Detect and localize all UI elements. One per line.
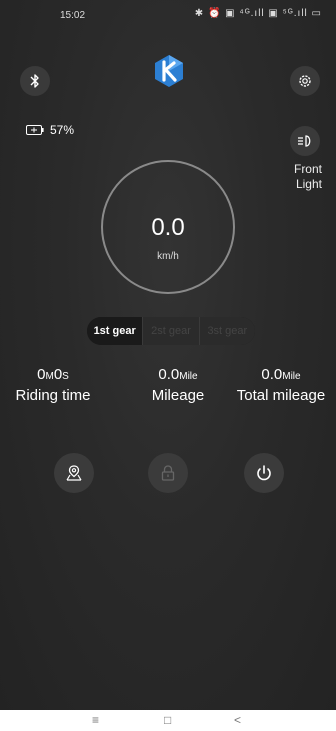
- battery-indicator: 57%: [26, 123, 74, 137]
- power-button[interactable]: [244, 453, 284, 493]
- system-nav-bar: ≡ □ <: [0, 710, 336, 731]
- map-pin-icon: [66, 465, 82, 481]
- mileage-label: Mileage: [151, 387, 205, 404]
- settings-button[interactable]: [290, 66, 320, 96]
- riding-time-seconds: 0: [53, 366, 63, 383]
- mileage-value: 0.0Mile: [128, 366, 228, 383]
- battery-icon: [26, 125, 44, 135]
- total-mileage-unit: Mile: [282, 371, 301, 382]
- front-light-label-line1: Front: [293, 162, 322, 176]
- app-screen: 15:02 ✱ ⏰ ▣ ⁴ᴳ.ıll ▣ ⁵ᴳ.ıll ▭ 57% Front …: [0, 0, 336, 710]
- total-mileage-value: 0.0Mile: [226, 366, 336, 383]
- power-icon: [257, 465, 271, 481]
- gear-1-button[interactable]: 1st gear: [87, 317, 143, 345]
- riding-time-label: Riding time: [15, 387, 91, 404]
- headlight-icon: [298, 135, 311, 147]
- riding-time-stat: 0M0S Riding time: [0, 366, 106, 404]
- battery-percent: 57%: [50, 123, 75, 137]
- gear-icon: [299, 75, 311, 87]
- total-mileage-label: Total mileage: [236, 387, 326, 404]
- mileage-number: 0.0: [158, 366, 180, 383]
- home-nav-button[interactable]: □: [164, 713, 171, 727]
- lock-button[interactable]: [148, 453, 188, 493]
- total-mileage-number: 0.0: [261, 366, 283, 383]
- brand-logo: [152, 54, 186, 88]
- riding-time-seconds-unit: S: [62, 371, 69, 382]
- status-icons: ✱ ⏰ ▣ ⁴ᴳ.ıll ▣ ⁵ᴳ.ıll ▭: [194, 8, 322, 19]
- riding-time-value: 0M0S: [0, 366, 106, 383]
- mileage-unit: Mile: [179, 371, 198, 382]
- gear-selector: 1st gear 2st gear 3st gear: [87, 317, 255, 345]
- total-mileage-stat: 0.0Mile Total mileage: [226, 366, 336, 404]
- status-time: 15:02: [60, 10, 86, 21]
- back-nav-button[interactable]: <: [234, 713, 241, 727]
- lock-icon: [161, 465, 175, 481]
- mileage-stat: 0.0Mile Mileage: [128, 366, 228, 404]
- riding-time-minutes-unit: M: [45, 371, 54, 382]
- gear-3-button[interactable]: 3st gear: [198, 317, 255, 345]
- logo-icon: [155, 55, 183, 87]
- map-button[interactable]: [54, 453, 94, 493]
- menu-nav-button[interactable]: ≡: [92, 713, 99, 727]
- speed-value: 0.0: [151, 214, 185, 241]
- bluetooth-button[interactable]: [20, 66, 50, 96]
- front-light-button[interactable]: [290, 126, 320, 156]
- speed-unit: km/h: [157, 251, 179, 262]
- speedometer: 0.0 km/h: [101, 160, 235, 294]
- front-light-label: Front Light: [294, 162, 322, 192]
- gear-2-button[interactable]: 2st gear: [142, 317, 199, 345]
- bluetooth-icon: [30, 74, 39, 88]
- status-bar: 15:02 ✱ ⏰ ▣ ⁴ᴳ.ıll ▣ ⁵ᴳ.ıll ▭: [0, 0, 336, 34]
- front-light-label-line2: Light: [295, 177, 322, 191]
